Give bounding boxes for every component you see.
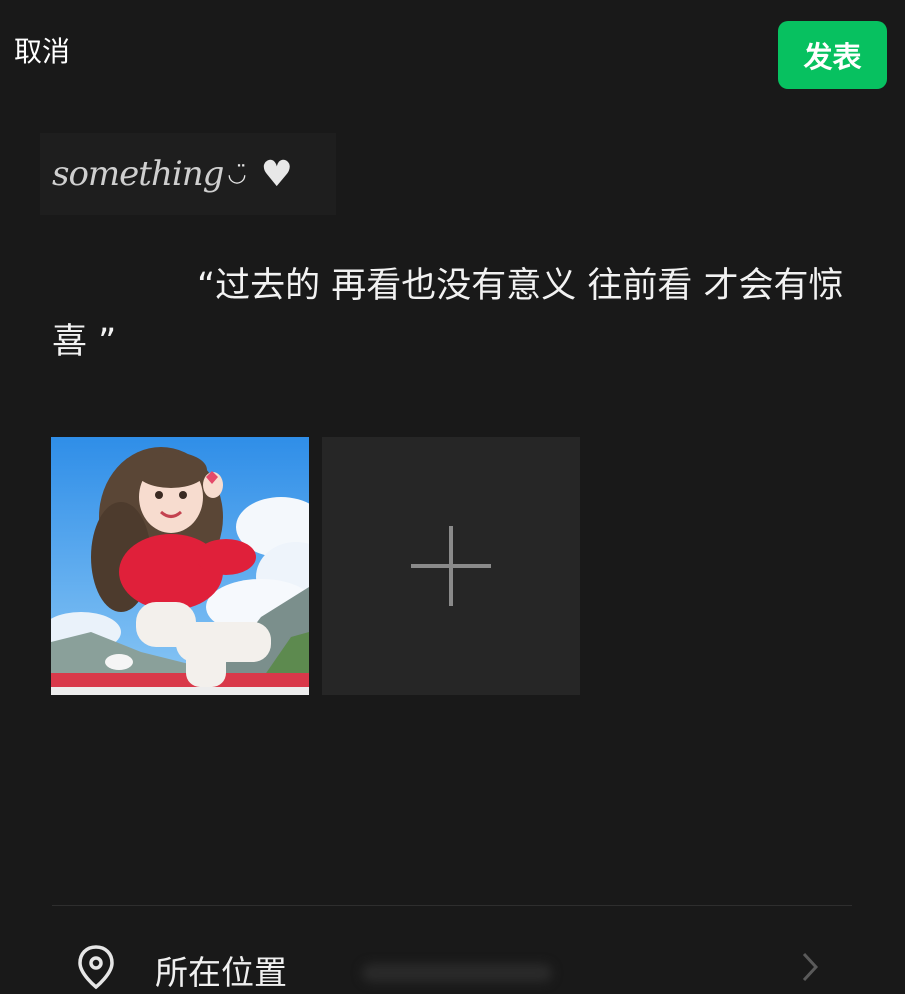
add-photo-button[interactable]	[322, 437, 580, 695]
decorative-banner: something ◡̈ ♥	[40, 133, 336, 215]
plus-icon-vertical	[449, 526, 453, 606]
location-value-blurred	[362, 964, 552, 982]
chevron-right-icon	[802, 952, 819, 982]
decorative-script-text: something	[52, 154, 224, 194]
cancel-button[interactable]: 取消	[14, 30, 70, 70]
publish-button[interactable]: 发表	[778, 21, 887, 89]
location-row[interactable]: 所在位置	[52, 906, 852, 993]
location-pin-icon	[78, 945, 114, 990]
location-label: 所在位置	[155, 953, 287, 992]
photo-image	[51, 437, 309, 695]
post-text[interactable]: “过去的 再看也没有意义 往前看 才会有惊喜 ”	[52, 258, 852, 370]
smile-icon: ◡̈	[227, 161, 247, 187]
heart-icon: ♥	[260, 153, 293, 195]
photo-thumbnail[interactable]	[51, 437, 309, 695]
